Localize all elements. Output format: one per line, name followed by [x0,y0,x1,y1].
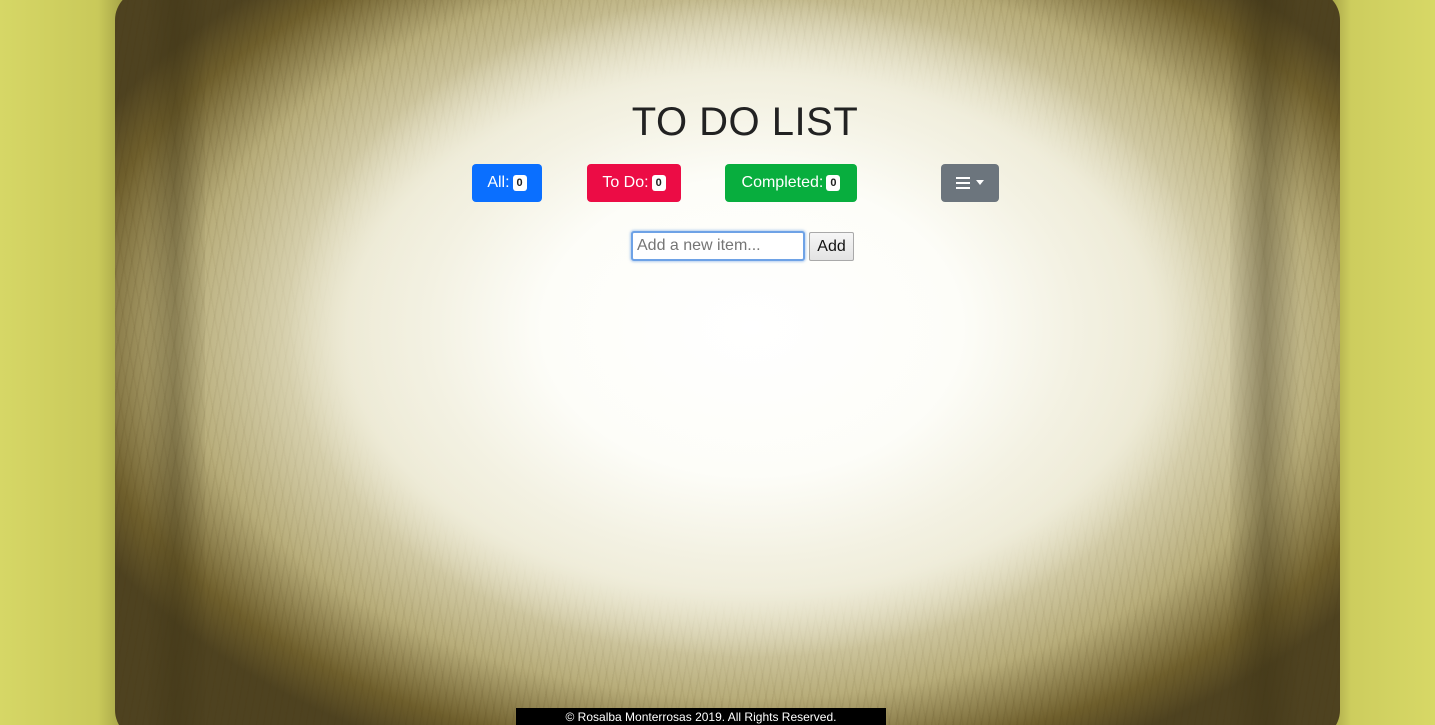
page-title: TO DO LIST [631,100,859,144]
filter-todo-count-badge: 0 [651,175,666,191]
caret-down-icon [976,179,984,185]
menu-dropdown-button[interactable] [941,164,999,202]
filter-todo-label: To Do: [602,174,649,191]
footer-copyright: © Rosalba Monterrosas 2019. All Rights R… [516,708,886,725]
filter-completed-count-badge: 0 [826,175,841,191]
filter-all-button[interactable]: All: 0 [472,164,542,202]
filter-all-label: All: [487,174,510,191]
new-item-input[interactable] [631,231,805,261]
filter-todo-button[interactable]: To Do: 0 [587,164,681,202]
add-item-button[interactable]: Add [809,232,854,261]
filter-completed-label: Completed: [741,174,824,191]
filter-all-count-badge: 0 [512,175,527,191]
filter-completed-button[interactable]: Completed: 0 [725,164,857,202]
hamburger-icon [956,177,970,189]
